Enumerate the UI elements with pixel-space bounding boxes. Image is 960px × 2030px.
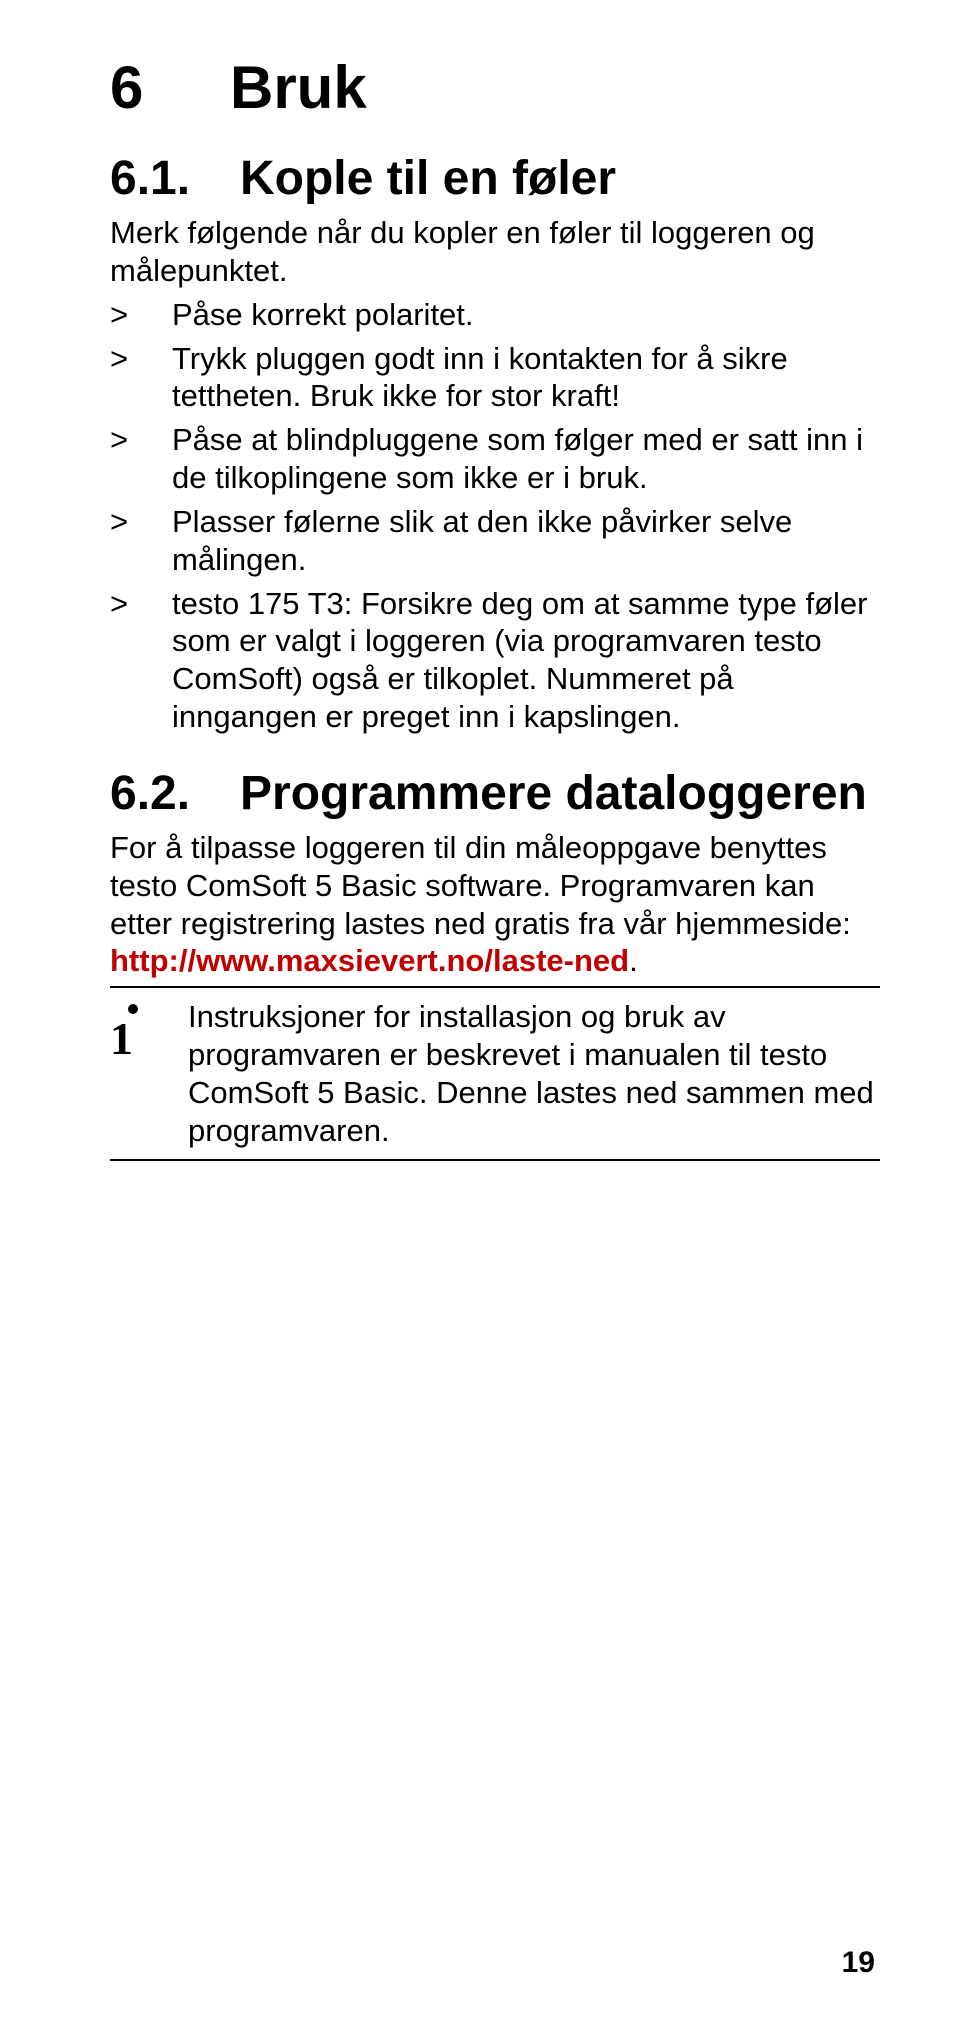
section-6-2-paragraph: For å tilpasse loggeren til din måleoppg… [110,829,880,980]
list-item: >Plasser følerne slik at den ikke påvirk… [110,503,880,579]
download-link[interactable]: http://www.maxsievert.no/laste-ned [110,943,629,978]
bullet-marker: > [110,503,172,541]
list-item-text: Påse at blindpluggene som følger med er … [172,422,863,495]
list-item-text: Trykk pluggen godt inn i kontakten for å… [172,341,788,414]
list-item: >testo 175 T3: Forsikre deg om at samme … [110,585,880,736]
info-icon: 1 [110,1004,180,1064]
info-icon-cell: 1 [110,987,188,1160]
list-item: >Påse korrekt polaritet. [110,296,880,334]
info-box: 1 Instruksjoner for installasjon og bruk… [110,986,880,1161]
list-item-text: Påse korrekt polaritet. [172,297,474,332]
section-6-2-heading: 6.2.Programmere dataloggeren [110,766,880,821]
info-text: Instruksjoner for installasjon og bruk a… [188,998,880,1149]
section-6-2-title: Programmere dataloggeren [240,767,867,820]
chapter-title: Bruk [230,54,367,121]
bullet-marker: > [110,340,172,378]
bullet-marker: > [110,421,172,459]
bullet-marker: > [110,296,172,334]
bullet-marker: > [110,585,172,623]
section-6-1-bullets: >Påse korrekt polaritet. >Trykk pluggen … [110,296,880,736]
list-item: >Påse at blindpluggene som følger med er… [110,421,880,497]
section-6-1-number: 6.1. [110,151,240,206]
chapter-heading: 6Bruk [110,55,880,121]
section-6-1-intro: Merk følgende når du kopler en føler til… [110,214,880,290]
list-item-text: testo 175 T3: Forsikre deg om at samme t… [172,586,868,734]
section-6-2-text-before-link: For å tilpasse loggeren til din måleoppg… [110,830,851,941]
period: . [629,943,638,978]
info-text-cell: Instruksjoner for installasjon og bruk a… [188,987,880,1160]
list-item-text: Plasser følerne slik at den ikke påvirke… [172,504,792,577]
page-number: 19 [842,1946,875,1980]
chapter-number: 6 [110,55,230,121]
section-6-1-title: Kople til en føler [240,152,616,205]
list-item: >Trykk pluggen godt inn i kontakten for … [110,340,880,416]
document-page: 6Bruk 6.1.Kople til en føler Merk følgen… [0,0,960,2030]
section-6-1-heading: 6.1.Kople til en føler [110,151,880,206]
section-6-2-number: 6.2. [110,766,240,821]
